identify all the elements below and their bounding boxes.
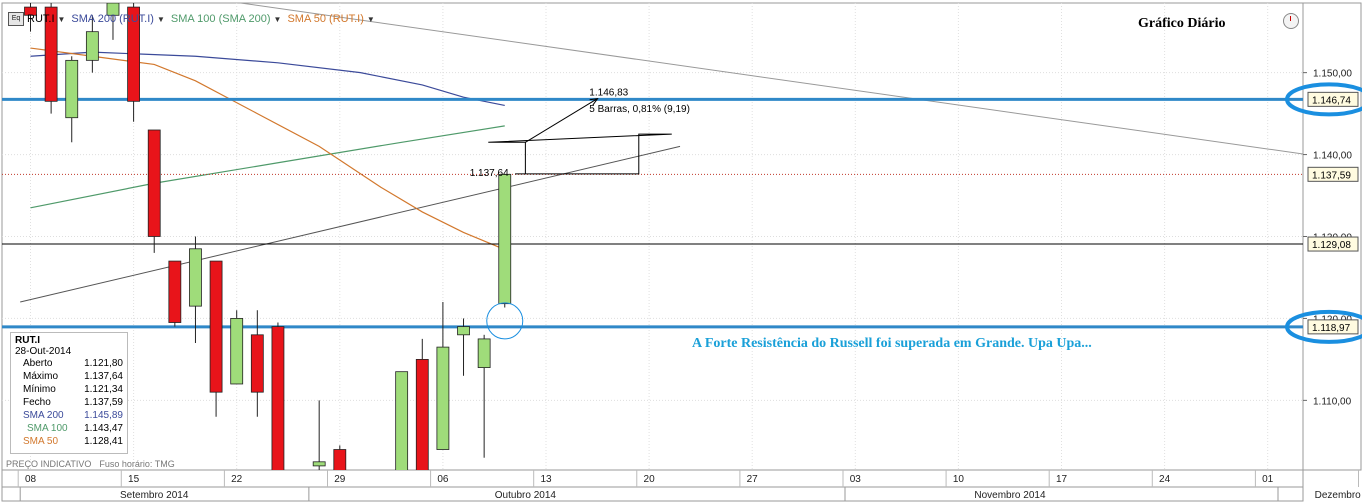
legend-item-sma100[interactable]: SMA 100 (SMA 200) ▼ — [171, 13, 282, 25]
info-label: Fecho — [23, 397, 51, 408]
info-symbol: RUT.I — [15, 335, 40, 346]
y-tick-label: 1.140,00 — [1313, 151, 1352, 162]
x-tick-label: 15 — [128, 474, 140, 485]
info-label: Mínimo — [23, 384, 56, 395]
x-tick-label: 10 — [953, 474, 965, 485]
resistance-annotation: A Forte Resistência do Russell foi super… — [692, 336, 1092, 351]
x-tick-label: 29 — [334, 474, 346, 485]
info-row: SMA 200 1.145,89 — [15, 409, 123, 422]
x-tick-label: 01 — [1262, 474, 1274, 485]
price-level-label: 1.129,08 — [1312, 240, 1351, 251]
x-tick-label: 13 — [540, 474, 552, 485]
info-row: Mínimo 1.121,34 — [15, 383, 123, 396]
x-tick-label: 24 — [1159, 474, 1171, 485]
info-label: Aberto — [23, 358, 53, 369]
price-type-label: PREÇO INDICATIVO — [6, 459, 92, 469]
x-tick-label: 22 — [231, 474, 243, 485]
candle-body — [85, 31, 99, 61]
info-value: 1.137,59 — [84, 397, 123, 408]
info-row: Aberto 1.121,80 — [15, 357, 123, 370]
candle-body — [477, 338, 491, 368]
y-tick-label: 1.150,00 — [1313, 69, 1352, 80]
info-label: Máximo — [23, 371, 59, 382]
candle-body — [271, 326, 285, 470]
x-month-label: Outubro 2014 — [495, 490, 557, 501]
legend-label-sma100: SMA 100 (SMA 200) — [170, 13, 271, 25]
info-row: Máximo 1.137,64 — [15, 370, 123, 383]
chart-annotation-label: 1.146,83 — [589, 88, 628, 99]
candle-body — [189, 248, 202, 307]
y-tick-label: 1.110,00 — [1313, 396, 1352, 407]
x-tick-label: 06 — [437, 474, 449, 485]
candle-body — [250, 334, 264, 393]
info-date: 28-Out-2014 — [15, 346, 72, 357]
candle-body — [230, 318, 244, 385]
chart-type-icon[interactable]: Eq — [8, 12, 24, 26]
price-level-label: 1.137,59 — [1312, 170, 1351, 181]
chart-title: Gráfico Diário — [1138, 16, 1226, 31]
candle-body — [395, 371, 409, 470]
legend-label-rut: RUT.I — [27, 13, 55, 25]
info-value: 1.143,47 — [84, 423, 123, 434]
x-tick-label: 20 — [644, 474, 656, 485]
legend-label-sma50: SMA 50 (RUT.I) — [287, 13, 364, 25]
timezone-label: Fuso horário: TMG — [99, 459, 175, 469]
chevron-down-icon[interactable]: ▼ — [274, 15, 282, 24]
chart-footer: PREÇO INDICATIVO Fuso horário: TMG — [6, 459, 175, 469]
info-value: 1.121,80 — [84, 358, 123, 369]
info-row: SMA 100 1.143,47 — [15, 422, 123, 435]
chevron-down-icon[interactable]: ▼ — [157, 15, 165, 24]
price-chart[interactable]: 1.110,001.120,001.130,001.140,001.150,00… — [0, 0, 1362, 502]
info-value: 1.121,34 — [84, 384, 123, 395]
info-label: SMA 100 — [27, 423, 68, 434]
info-label: SMA 50 — [23, 436, 59, 447]
x-month-label: Setembro 2014 — [120, 490, 189, 501]
candle-body — [415, 358, 429, 470]
candle-body — [147, 129, 161, 237]
info-row: SMA 50 1.128,41 — [15, 435, 123, 448]
candle-body — [457, 326, 470, 336]
info-value: 1.128,41 — [84, 436, 123, 447]
candle-body — [168, 260, 182, 323]
x-tick-label: 17 — [1056, 474, 1068, 485]
clock-icon[interactable] — [1283, 13, 1299, 29]
x-month-label: Dezembro 2014 — [1315, 490, 1362, 501]
x-tick-label: 03 — [850, 474, 862, 485]
legend-item-sma50[interactable]: SMA 50 (RUT.I) ▼ — [287, 13, 374, 25]
data-info-box: RUT.I 28-Out-2014 Aberto 1.121,80 Máximo 1… — [10, 332, 128, 454]
chevron-down-icon[interactable]: ▼ — [58, 15, 66, 24]
chart-annotation-label: 1.137,64 — [470, 168, 509, 179]
info-row: Fecho 1.137,59 — [15, 396, 123, 409]
price-level-label: 1.118,97 — [1312, 323, 1351, 334]
chevron-down-icon[interactable]: ▼ — [367, 15, 375, 24]
candle-body — [436, 346, 450, 450]
candle-body — [498, 173, 512, 305]
legend-item-rut[interactable]: Eq RUT.I ▼ — [8, 12, 65, 26]
chart-annotation-label: 5 Barras, 0,81% (9,19) — [589, 104, 690, 115]
x-tick-label: 08 — [25, 474, 37, 485]
candle-body — [312, 461, 326, 467]
info-value: 1.145,89 — [84, 410, 123, 421]
info-label: SMA 200 — [23, 410, 64, 421]
info-value: 1.137,64 — [84, 371, 123, 382]
x-month-label: Novembro 2014 — [974, 490, 1046, 501]
candle-body — [209, 260, 223, 393]
candle-body — [65, 59, 79, 119]
legend-bar: Eq RUT.I ▼ SMA 200 (RUT.I) ▼ SMA 100 (SM… — [8, 10, 375, 28]
price-level-label: 1.146,74 — [1312, 95, 1351, 106]
legend-label-sma200: SMA 200 (RUT.I) — [71, 13, 154, 25]
x-tick-label: 27 — [747, 474, 759, 485]
legend-item-sma200[interactable]: SMA 200 (RUT.I) ▼ — [71, 13, 164, 25]
